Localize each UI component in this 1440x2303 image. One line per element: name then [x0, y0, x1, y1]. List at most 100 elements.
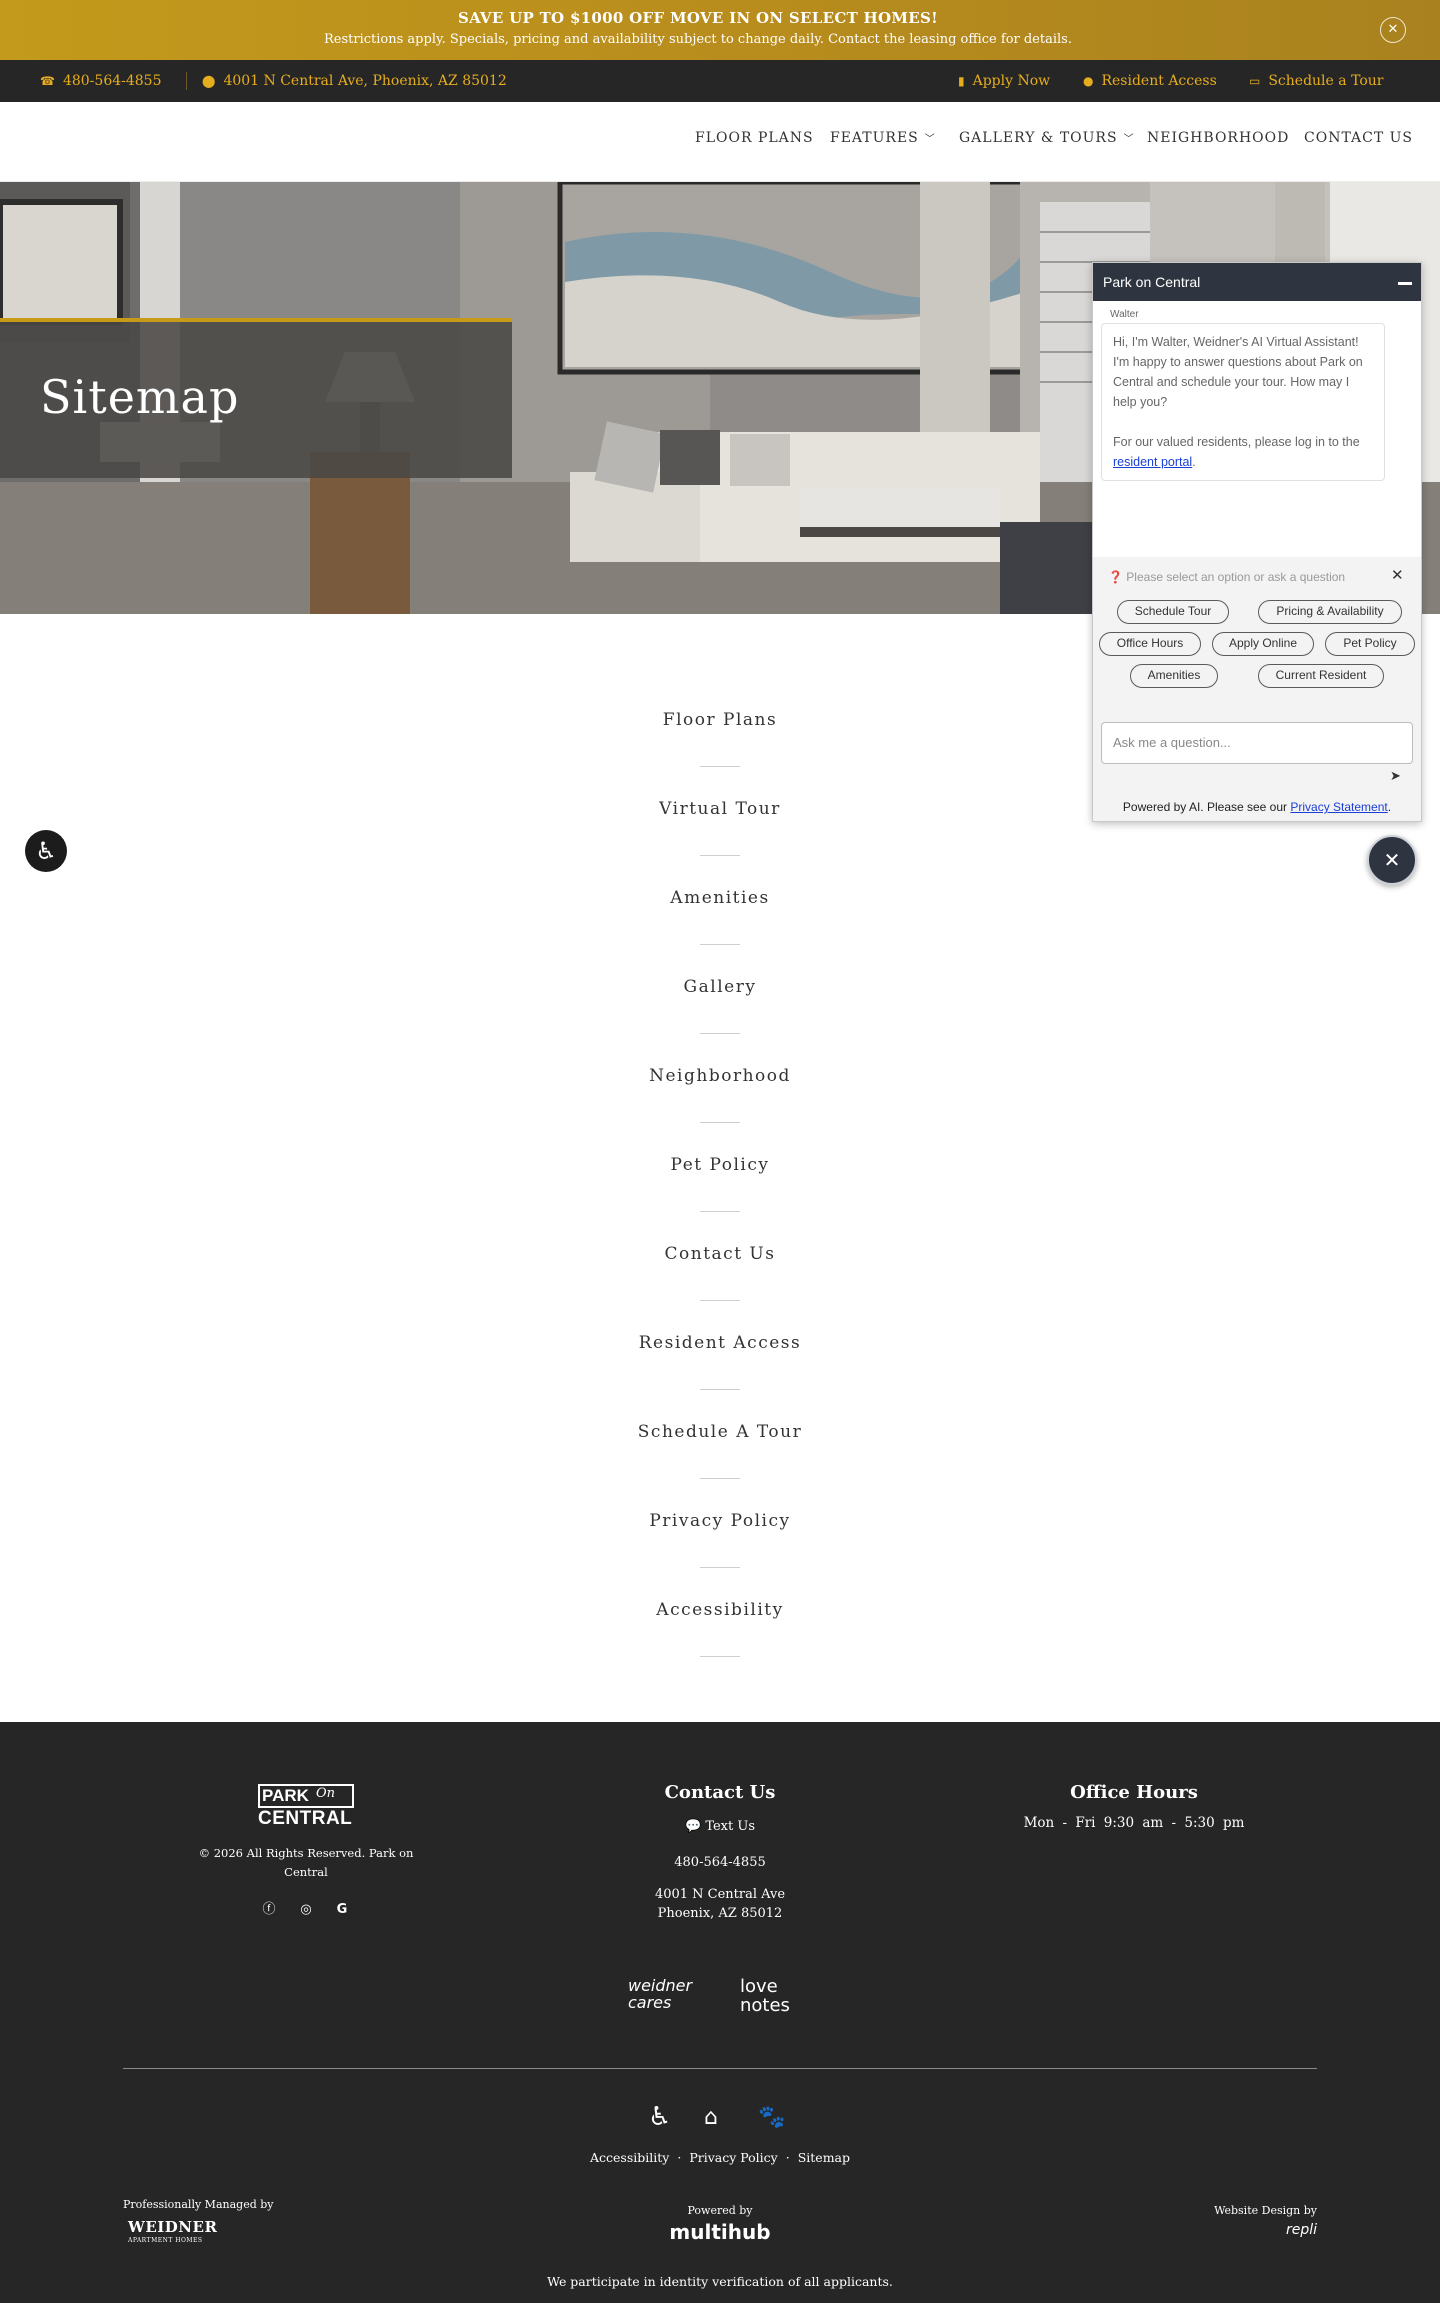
footer-address-line2: Phoenix, AZ 85012 — [657, 1906, 783, 1921]
equal-housing-icon: ⌂ — [704, 2105, 718, 2130]
option-apply-online[interactable]: Apply Online — [1212, 632, 1314, 656]
nav-features-label: FEATURES — [830, 130, 919, 146]
document-icon: ▮ — [958, 74, 965, 88]
divider — [700, 944, 740, 945]
copyright: © 2026 All Rights Reserved. Park on Cent… — [198, 1846, 414, 1879]
close-options-icon[interactable]: ✕ — [1391, 566, 1404, 584]
sitemap-link-contact-us[interactable]: Contact Us — [620, 1244, 820, 1264]
footer-link-privacy-policy[interactable]: Privacy Policy — [689, 2150, 777, 2165]
address-link[interactable]: ⬤ 4001 N Central Ave, Phoenix, AZ 85012 — [202, 60, 507, 102]
option-amenities[interactable]: Amenities — [1130, 664, 1218, 688]
footer-address-line1: 4001 N Central Ave — [654, 1887, 786, 1902]
contact-heading: Contact Us — [664, 1782, 776, 1803]
chat-message-bubble: Hi, I'm Walter, Weidner's AI Virtual Ass… — [1101, 323, 1385, 481]
resident-access-link[interactable]: ● Resident Access — [1083, 60, 1217, 102]
weidner-logo[interactable]: WEIDNER — [128, 2218, 217, 2236]
divider — [700, 1567, 740, 1568]
sitemap-link-resident-access[interactable]: Resident Access — [620, 1333, 820, 1353]
divider — [700, 1122, 740, 1123]
weidner-cares-logo[interactable]: weidner cares — [628, 1977, 710, 2011]
option-schedule-tour[interactable]: Schedule Tour — [1117, 600, 1229, 624]
chat-bubble-icon: 💬 — [685, 1819, 702, 1834]
schedule-tour-link[interactable]: ▭ Schedule a Tour — [1249, 60, 1383, 102]
repli-logo[interactable]: repli — [1117, 2222, 1317, 2238]
sitemap-link-gallery[interactable]: Gallery — [620, 977, 820, 997]
apply-now-label: Apply Now — [972, 73, 1051, 89]
option-pet-policy[interactable]: Pet Policy — [1325, 632, 1415, 656]
nav-neighborhood[interactable]: NEIGHBORHOOD — [1147, 130, 1289, 146]
park-on-central-logo[interactable]: PARK On CENTRAL — [258, 1784, 354, 1832]
footer-phone[interactable]: 480-564-4855 — [570, 1855, 870, 1870]
nav-neighborhood-label: NEIGHBORHOOD — [1147, 130, 1290, 146]
nav-contact-us-label: CONTACT US — [1304, 130, 1414, 146]
minimize-icon[interactable] — [1398, 282, 1412, 285]
separator: · — [677, 2150, 682, 2165]
option-current-resident[interactable]: Current Resident — [1258, 664, 1384, 688]
nav-features[interactable]: FEATURES ﹀ — [830, 130, 936, 146]
user-icon: ● — [1083, 74, 1094, 88]
google-icon[interactable]: G — [332, 1900, 352, 1920]
multihub-logo[interactable]: multihub — [620, 2220, 820, 2244]
map-pin-icon: ⬤ — [202, 74, 216, 88]
chat-message-2: For our valued residents, please log in … — [1113, 432, 1373, 472]
chat-message-1: Hi, I'm Walter, Weidner's AI Virtual Ass… — [1113, 335, 1363, 409]
question-icon: ❓ — [1108, 570, 1123, 584]
chat-disclaimer-text: Powered by AI. Please see our — [1122, 800, 1291, 814]
nav-gallery-tours[interactable]: GALLERY & TOURS ﹀ — [959, 130, 1135, 146]
sitemap-link-neighborhood[interactable]: Neighborhood — [620, 1066, 820, 1086]
accessibility-button[interactable]: ♿ — [25, 830, 67, 872]
sitemap-link-pet-policy[interactable]: Pet Policy — [620, 1155, 820, 1175]
nav-gallery-tours-label: GALLERY & TOURS — [959, 130, 1118, 146]
office-hours: Mon - Fri 9:30 am - 5:30 pm — [1023, 1815, 1245, 1831]
chevron-down-icon: ﹀ — [924, 134, 936, 145]
verification-note: We participate in identity verification … — [547, 2274, 893, 2289]
hero-title-box: Sitemap — [0, 318, 512, 478]
option-office-hours[interactable]: Office Hours — [1099, 632, 1201, 656]
office-hours-heading: Office Hours — [1070, 1782, 1198, 1803]
separator: · — [785, 2150, 790, 2165]
nav-floor-plans[interactable]: FLOOR PLANS — [695, 130, 814, 146]
powered-by-label: Powered by — [687, 2204, 753, 2217]
footer-link-accessibility[interactable]: Accessibility — [590, 2150, 669, 2165]
phone-link[interactable]: ☎ 480-564-4855 — [40, 60, 162, 102]
sitemap-link-accessibility[interactable]: Accessibility — [620, 1600, 820, 1620]
calendar-icon: ▭ — [1249, 74, 1261, 88]
divider — [700, 1478, 740, 1479]
main-nav: FLOOR PLANS FEATURES ﹀ GALLERY & TOURS ﹀ N… — [0, 102, 1440, 182]
instagram-icon[interactable]: ◎ — [296, 1900, 316, 1920]
send-icon[interactable]: ➤ — [1390, 769, 1401, 784]
utility-bar: ☎ 480-564-4855 ⬤ 4001 N Central Ave, Phoen… — [0, 60, 1440, 102]
resident-portal-link[interactable]: resident portal — [1113, 455, 1192, 469]
nav-contact-us[interactable]: CONTACT US — [1304, 130, 1413, 146]
divider — [700, 1211, 740, 1212]
sitemap-link-floor-plans[interactable]: Floor Plans — [620, 710, 820, 730]
privacy-statement-link[interactable]: Privacy Statement — [1290, 800, 1387, 814]
sitemap-link-virtual-tour[interactable]: Virtual Tour — [620, 799, 820, 819]
text-us-link[interactable]: 💬 Text Us — [570, 1819, 870, 1834]
divider — [700, 766, 740, 767]
chat-widget: Park on Central Walter Hi, I'm Walter, W… — [1092, 262, 1422, 822]
sitemap-link-amenities[interactable]: Amenities — [620, 888, 820, 908]
page-title: Sitemap — [40, 370, 240, 424]
logo-central: CENTRAL — [258, 1808, 353, 1829]
sitemap-link-schedule-tour[interactable]: Schedule A Tour — [620, 1422, 820, 1442]
chat-messages: Walter Hi, I'm Walter, Weidner's AI Virt… — [1093, 301, 1421, 557]
love-notes-logo[interactable]: love notes — [740, 1977, 814, 2015]
close-icon: ✕ — [1383, 848, 1401, 872]
footer-link-sitemap[interactable]: Sitemap — [798, 2150, 850, 2165]
chat-input[interactable]: Ask me a question... — [1101, 722, 1413, 764]
option-pricing-availability[interactable]: Pricing & Availability — [1258, 600, 1402, 624]
chat-toggle-button[interactable]: ✕ — [1367, 835, 1417, 885]
facebook-icon[interactable]: ⓕ — [259, 1900, 279, 1920]
divider — [186, 72, 187, 90]
divider — [700, 1300, 740, 1301]
apply-now-link[interactable]: ▮ Apply Now — [958, 60, 1050, 102]
footer-links: Accessibility · Privacy Policy · Sitemap — [0, 2150, 1440, 2165]
schedule-tour-label: Schedule a Tour — [1268, 73, 1384, 89]
logo-park: PARK — [258, 1784, 354, 1808]
promo-close-button[interactable]: ✕ — [1380, 17, 1406, 43]
phone-icon: ☎ — [40, 74, 55, 88]
chat-disclaimer-suffix: . — [1387, 800, 1392, 814]
promo-headline: SAVE UP TO $1000 OFF MOVE IN ON SELECT H… — [457, 9, 939, 27]
sitemap-link-privacy-policy[interactable]: Privacy Policy — [620, 1511, 820, 1531]
